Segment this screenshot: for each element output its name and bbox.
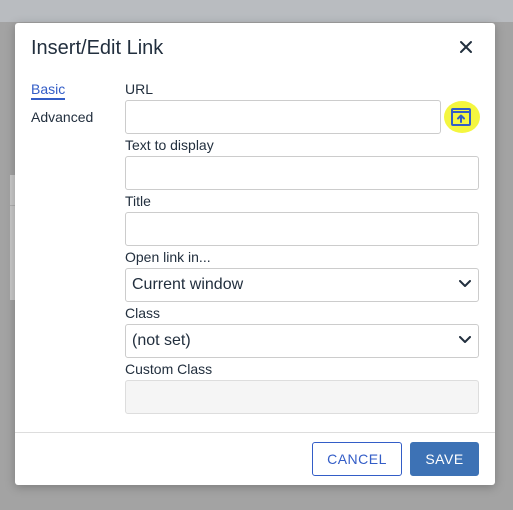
upload-browse-icon: [451, 108, 471, 126]
tab-basic[interactable]: Basic: [31, 81, 66, 100]
dialog-header: Insert/Edit Link: [15, 23, 495, 73]
custom-class-input[interactable]: [125, 380, 479, 414]
title-input[interactable]: [125, 212, 479, 246]
browse-url-button[interactable]: [441, 100, 480, 134]
background-toolbar: [0, 0, 513, 22]
class-value[interactable]: (not set): [125, 324, 479, 358]
tab-advanced[interactable]: Advanced: [31, 109, 93, 125]
title-label: Title: [125, 193, 151, 209]
class-label: Class: [125, 305, 161, 321]
cancel-button[interactable]: CANCEL: [312, 442, 402, 476]
dialog-title: Insert/Edit Link: [31, 37, 164, 59]
close-button[interactable]: [455, 36, 477, 58]
url-label: URL: [125, 81, 154, 97]
class-select[interactable]: (not set): [125, 324, 479, 358]
open-link-in-value[interactable]: Current window: [125, 268, 479, 302]
save-button[interactable]: SAVE: [410, 442, 479, 476]
close-icon: [460, 41, 472, 53]
open-link-in-label: Open link in...: [125, 249, 211, 265]
link-form: URL Text to display Title Open link in..…: [125, 81, 480, 417]
footer-divider: [15, 432, 495, 433]
open-link-in-select[interactable]: Current window: [125, 268, 479, 302]
text-to-display-label: Text to display: [125, 137, 214, 153]
url-row: [125, 100, 480, 134]
url-input[interactable]: [125, 100, 441, 134]
insert-edit-link-dialog: Insert/Edit Link Basic Advanced URL Text…: [15, 23, 495, 485]
chevron-down-icon: [459, 336, 471, 343]
chevron-down-icon: [459, 280, 471, 287]
dialog-tabs: Basic Advanced: [31, 81, 121, 137]
text-to-display-input[interactable]: [125, 156, 479, 190]
custom-class-label: Custom Class: [125, 361, 213, 377]
